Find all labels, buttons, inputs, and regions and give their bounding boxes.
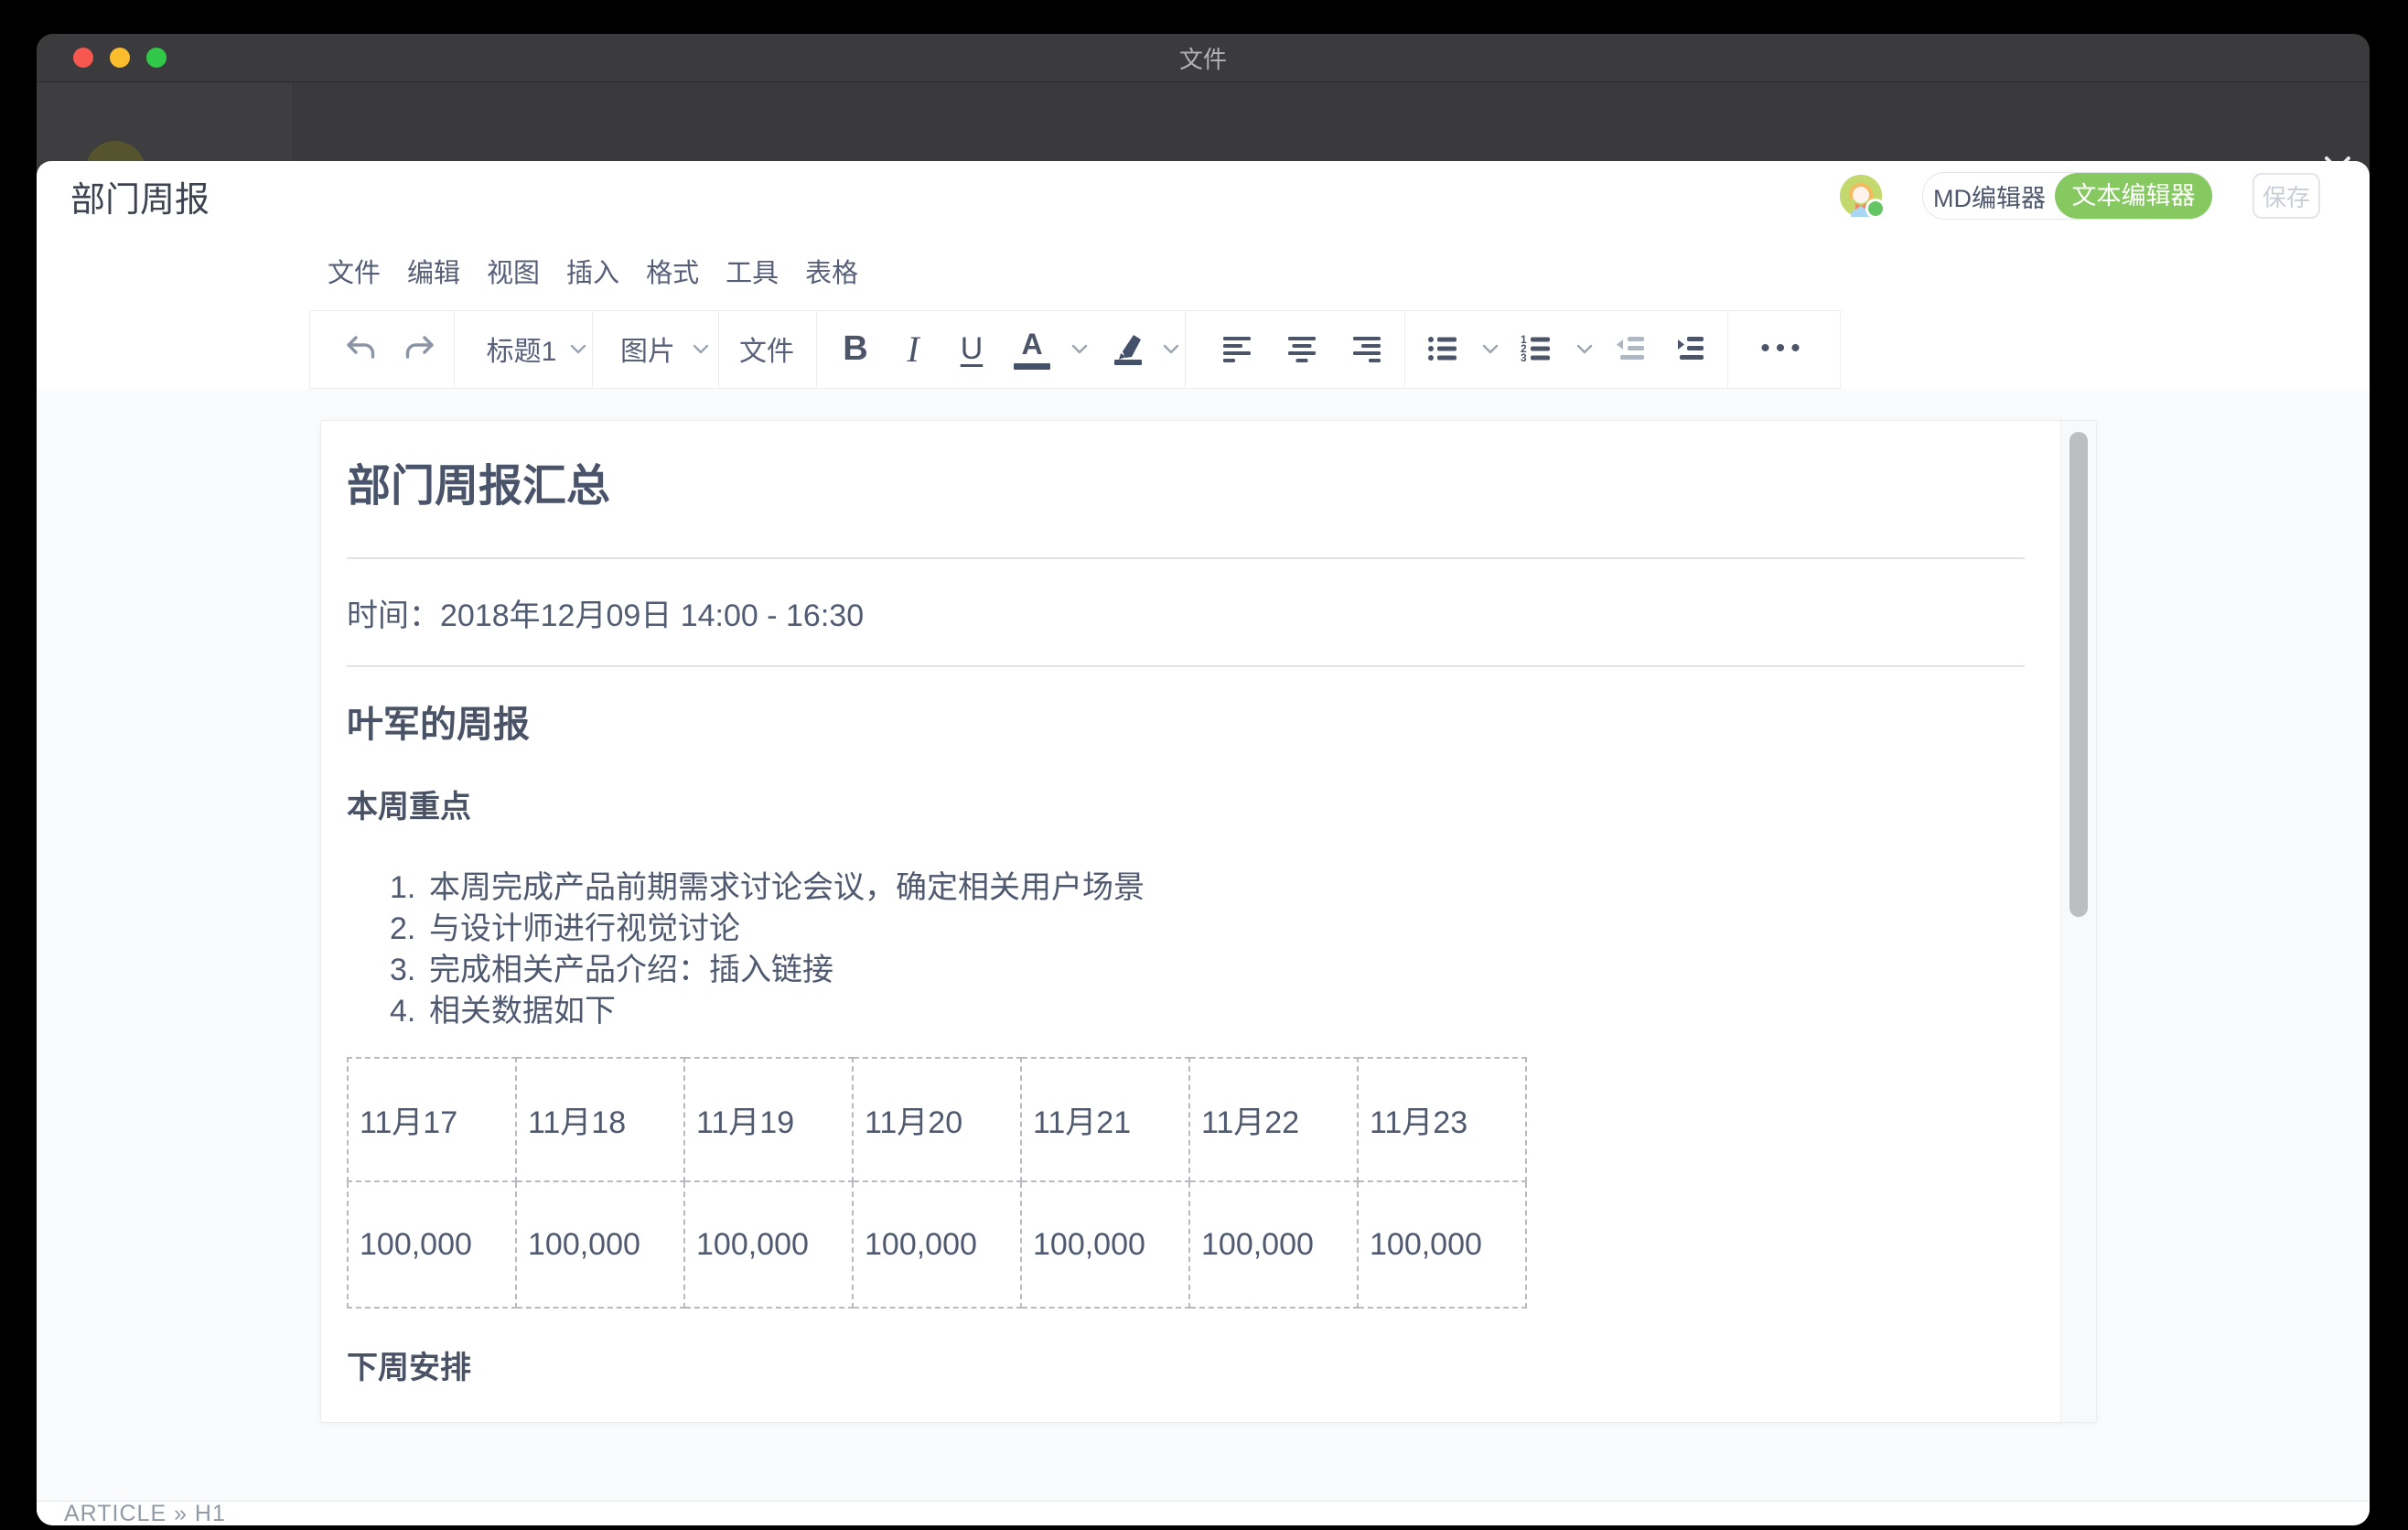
- chevron-down-icon[interactable]: [690, 310, 712, 387]
- outdent-icon[interactable]: [1611, 310, 1650, 387]
- scrollbar-track[interactable]: [2060, 421, 2096, 1422]
- editor-mode-toggle: MD编辑器 文本编辑器: [1922, 172, 2212, 220]
- save-button[interactable]: 保存: [2252, 173, 2320, 219]
- document-card[interactable]: 部门周报汇总 时间：2018年12月09日 14:00 - 16:30 叶军的周…: [320, 420, 2097, 1423]
- undo-icon[interactable]: [341, 310, 382, 387]
- table-cell: 11月19: [684, 1058, 853, 1181]
- image-dropdown[interactable]: 图片: [620, 310, 675, 387]
- doc-heading-1: 部门周报汇总: [347, 458, 2025, 516]
- chevron-down-icon[interactable]: [1479, 310, 1501, 387]
- table-cell: 11月17: [348, 1058, 516, 1181]
- more-options-button[interactable]: •••: [1760, 310, 1806, 387]
- app-chrome-backdrop: [37, 82, 2370, 162]
- table-row: 11月17 11月18 11月19 11月20 11月21 11月22 11月2…: [348, 1058, 1526, 1181]
- header-controls: MD编辑器 文本编辑器 保存: [1840, 161, 2320, 231]
- document-modal: 部门周报 MD编辑器: [37, 161, 2370, 1525]
- menu-view[interactable]: 视图: [487, 252, 540, 290]
- doc-heading-4: 下周安排: [347, 1339, 2025, 1397]
- table-row: 100,000 100,000 100,000 100,000 100,000 …: [348, 1181, 1526, 1308]
- indent-icon[interactable]: [1671, 310, 1709, 387]
- list-item: 1.本周完成产品前期需求讨论会议，确定相关用户场景: [390, 867, 2025, 909]
- svg-text:3: 3: [1521, 351, 1527, 364]
- bold-button[interactable]: B: [843, 310, 867, 387]
- table-cell: 11月20: [853, 1058, 1021, 1181]
- table-cell: 11月18: [516, 1058, 684, 1181]
- sidebar-backdrop: [37, 82, 294, 162]
- table-cell: 100,000: [684, 1181, 853, 1308]
- document-header: 部门周报 MD编辑器: [37, 161, 2370, 231]
- weekly-highlights-list: 1.本周完成产品前期需求讨论会议，确定相关用户场景 2.与设计师进行视觉讨论 3…: [347, 867, 2025, 1032]
- table-cell: 100,000: [348, 1181, 516, 1308]
- menu-format[interactable]: 格式: [646, 252, 699, 290]
- menu-insert[interactable]: 插入: [566, 252, 619, 290]
- screen: 文件 部门周报: [0, 0, 2408, 1530]
- minimize-traffic-light[interactable]: [110, 48, 130, 68]
- toolbar: 标题1 图片 文件 B I: [37, 310, 2370, 389]
- table-cell: 100,000: [1189, 1181, 1358, 1308]
- font-color-button[interactable]: A: [1014, 310, 1050, 387]
- bullet-list-icon[interactable]: [1424, 310, 1462, 387]
- horizontal-rule: [347, 557, 2025, 559]
- scrollbar-thumb[interactable]: [2069, 432, 2088, 917]
- breadcrumb: ARTICLE » H1: [64, 1501, 226, 1526]
- list-item: 2.与设计师进行视觉讨论: [390, 909, 2025, 950]
- document-body: 部门周报汇总 时间：2018年12月09日 14:00 - 16:30 叶军的周…: [347, 421, 2025, 1397]
- editor-content-area: 部门周报汇总 时间：2018年12月09日 14:00 - 16:30 叶军的周…: [37, 389, 2370, 1502]
- menu-edit[interactable]: 编辑: [407, 252, 460, 290]
- align-center-icon[interactable]: [1283, 310, 1321, 387]
- text-editor-button[interactable]: 文本编辑器: [2055, 173, 2212, 219]
- underline-button[interactable]: U: [961, 310, 984, 387]
- redo-icon[interactable]: [399, 310, 439, 387]
- table-cell: 100,000: [516, 1181, 684, 1308]
- online-status-dot: [1865, 199, 1886, 219]
- menu-table[interactable]: 表格: [805, 252, 858, 290]
- chevron-down-icon[interactable]: [1160, 310, 1182, 387]
- table-cell: 11月22: [1189, 1058, 1358, 1181]
- user-avatar[interactable]: [1840, 175, 1882, 217]
- document-title: 部门周报: [70, 171, 210, 221]
- numbered-list-icon[interactable]: 1 2 3: [1517, 310, 1555, 387]
- table-cell: 11月23: [1358, 1058, 1526, 1181]
- doc-heading-2: 叶军的周报: [347, 695, 2025, 754]
- align-right-icon[interactable]: [1348, 310, 1386, 387]
- chevron-down-icon[interactable]: [567, 310, 589, 387]
- meeting-time: 时间：2018年12月09日 14:00 - 16:30: [347, 587, 2025, 645]
- table-cell: 11月21: [1021, 1058, 1189, 1181]
- table-cell: 100,000: [1358, 1181, 1526, 1308]
- list-item: 4.相关数据如下: [390, 991, 2025, 1032]
- doc-heading-3: 本周重点: [347, 778, 2025, 836]
- titlebar: 文件: [37, 34, 2370, 82]
- close-traffic-light[interactable]: [73, 48, 93, 68]
- menubar: 文件 编辑 视图 插入 格式 工具 表格: [37, 231, 2370, 310]
- chevron-down-icon[interactable]: [1574, 310, 1596, 387]
- file-attach-button[interactable]: 文件: [739, 310, 794, 387]
- chevron-down-icon[interactable]: [1069, 310, 1091, 387]
- list-item: 3.完成相关产品介绍：插入链接: [390, 950, 2025, 991]
- align-left-icon[interactable]: [1218, 310, 1256, 387]
- app-window: 文件 部门周报: [37, 34, 2370, 1525]
- table-cell: 100,000: [1021, 1181, 1189, 1308]
- horizontal-rule: [347, 665, 2025, 667]
- highlight-marker-icon[interactable]: [1106, 310, 1148, 387]
- table-cell: 100,000: [853, 1181, 1021, 1308]
- md-editor-button[interactable]: MD编辑器: [1923, 178, 2056, 214]
- statusbar: ARTICLE » H1: [37, 1501, 2370, 1525]
- heading-style-dropdown[interactable]: 标题1: [487, 310, 557, 387]
- menu-tools[interactable]: 工具: [726, 252, 779, 290]
- menu-file[interactable]: 文件: [328, 252, 381, 290]
- zoom-traffic-light[interactable]: [146, 48, 167, 68]
- italic-button[interactable]: I: [907, 310, 919, 387]
- weekly-data-table: 11月17 11月18 11月19 11月20 11月21 11月22 11月2…: [347, 1057, 1527, 1309]
- window-title: 文件: [1179, 41, 1227, 75]
